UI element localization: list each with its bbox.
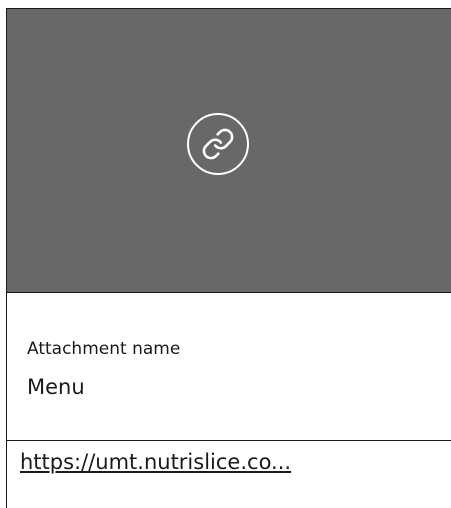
attachment-info: Attachment name Menu bbox=[7, 293, 451, 441]
attachment-name-value: Menu bbox=[27, 375, 85, 399]
attachment-url-link[interactable]: https://umt.nutrislice.co... bbox=[20, 450, 291, 474]
attachment-name-label: Attachment name bbox=[27, 339, 181, 359]
attachment-card[interactable]: Attachment name Menu bbox=[6, 8, 451, 508]
link-icon bbox=[187, 113, 249, 175]
link-icon-glyph bbox=[202, 128, 234, 160]
attachment-preview[interactable] bbox=[7, 9, 451, 293]
